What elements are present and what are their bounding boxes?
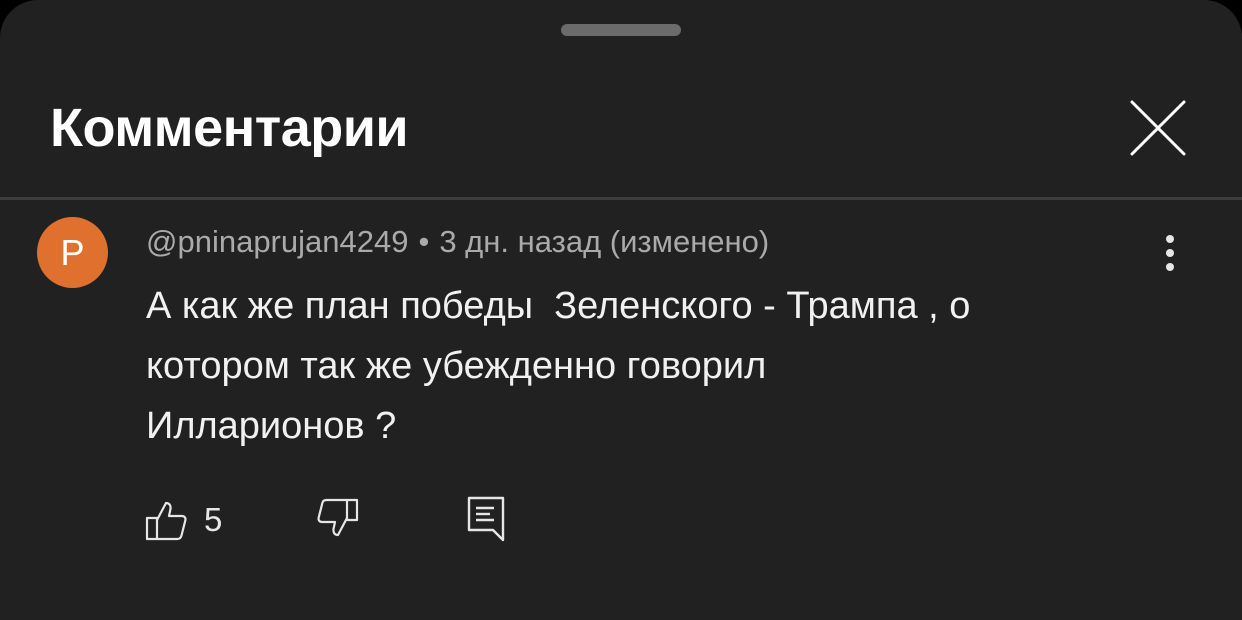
panel-title: Комментарии (50, 98, 409, 158)
close-button[interactable] (1120, 90, 1196, 166)
avatar[interactable]: P (37, 217, 108, 288)
more-options-button[interactable] (1148, 228, 1192, 278)
close-icon (1130, 100, 1186, 156)
dislike-button[interactable] (312, 496, 362, 546)
comments-sheet: Комментарии P @pninaprujan4249 • 3 дн. наз… (0, 0, 1242, 620)
reply-button[interactable] (463, 494, 513, 546)
comment-text: А как же план победы Зеленского - Трампа… (146, 285, 971, 447)
comment-author[interactable]: @pninaprujan4249 (146, 224, 408, 259)
drag-handle[interactable] (561, 24, 681, 36)
thumb-down-icon (317, 498, 359, 537)
meta-separator: • (418, 224, 430, 259)
like-button[interactable]: 5 (144, 496, 244, 546)
thumb-up-icon (145, 501, 187, 541)
comment-meta: @pninaprujan4249 • 3 дн. назад (изменено) (146, 222, 769, 262)
header-divider (0, 197, 1242, 200)
like-count: 5 (204, 501, 223, 538)
more-vertical-icon (1166, 235, 1174, 243)
more-dot (1166, 263, 1174, 271)
comment-timestamp: 3 дн. назад (изменено) (439, 224, 770, 259)
reply-comment-icon (467, 496, 505, 542)
more-dot (1166, 249, 1174, 257)
